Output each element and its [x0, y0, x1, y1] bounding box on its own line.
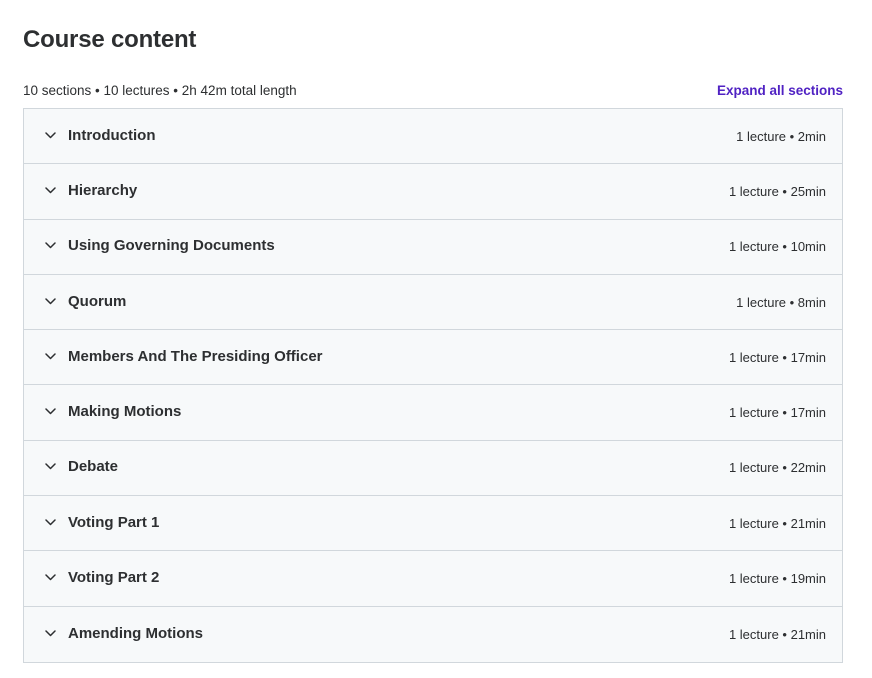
section-meta: 1 lecture • 25min	[728, 183, 826, 199]
section-row[interactable]: Amending Motions 1 lecture • 21min	[24, 606, 842, 662]
chevron-down-icon	[44, 405, 57, 418]
section-row[interactable]: Members And The Presiding Officer 1 lectu…	[24, 330, 842, 386]
section-meta: 1 lecture • 19min	[728, 571, 826, 587]
section-meta: 1 lecture • 17min	[728, 405, 826, 421]
chevron-down-icon	[44, 627, 57, 640]
section-title: Debate	[68, 458, 119, 476]
section-meta: 1 lecture • 22min	[728, 460, 826, 476]
section-title: Amending Motions	[68, 624, 203, 642]
section-title: Introduction	[68, 126, 156, 144]
section-meta: 1 lecture • 2min	[736, 128, 826, 144]
section-title: Making Motions	[68, 403, 182, 421]
section-meta: 1 lecture • 21min	[728, 515, 826, 531]
page-title: Course content	[23, 26, 197, 53]
chevron-down-icon	[44, 184, 57, 197]
section-row[interactable]: Voting Part 1 1 lecture • 21min	[24, 496, 842, 552]
section-row[interactable]: Quorum 1 lecture • 8min	[24, 274, 842, 331]
chevron-down-icon	[44, 350, 57, 363]
section-meta: 1 lecture • 8min	[736, 294, 826, 310]
chevron-down-icon	[44, 129, 57, 142]
course-summary: 10 sections • 10 lectures • 2h 42m total…	[23, 82, 297, 98]
section-row[interactable]: Using Governing Documents 1 lecture • 10m…	[24, 219, 842, 275]
chevron-down-icon	[44, 516, 57, 529]
section-title: Voting Part 2	[68, 569, 160, 587]
section-row[interactable]: Voting Part 2 1 lecture • 19min	[24, 551, 842, 607]
section-title: Using Governing Documents	[68, 237, 275, 255]
section-title: Voting Part 1	[68, 513, 160, 531]
section-row[interactable]: Debate 1 lecture • 22min	[24, 440, 842, 497]
section-title: Quorum	[68, 292, 127, 310]
chevron-down-icon	[44, 571, 57, 584]
section-title: Hierarchy	[68, 181, 138, 199]
section-row[interactable]: Introduction 1 lecture • 2min	[24, 109, 842, 165]
chevron-down-icon	[44, 239, 57, 252]
expand-all-sections-button[interactable]: Expand all sections	[717, 83, 843, 98]
section-row[interactable]: Making Motions 1 lecture • 17min	[24, 385, 842, 441]
chevron-down-icon	[44, 460, 57, 473]
section-meta: 1 lecture • 10min	[728, 239, 826, 255]
section-title: Members And The Presiding Officer	[68, 347, 323, 365]
sections-accordion: Introduction 1 lecture • 2min Hierarchy 1 l…	[23, 108, 843, 663]
course-summary-row: 10 sections • 10 lectures • 2h 42m total…	[23, 80, 843, 100]
section-meta: 1 lecture • 17min	[728, 349, 826, 365]
section-meta: 1 lecture • 21min	[728, 626, 826, 642]
section-row[interactable]: Hierarchy 1 lecture • 25min	[24, 164, 842, 220]
chevron-down-icon	[44, 295, 57, 308]
